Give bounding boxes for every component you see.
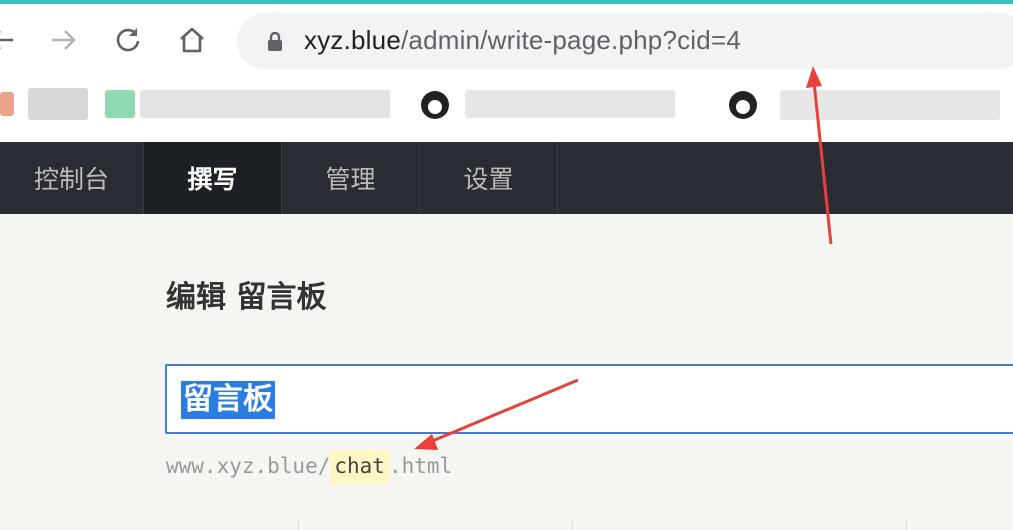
admin-nav: 控制台 撰写 管理 设置 xyxy=(0,142,1013,214)
divider xyxy=(906,520,907,530)
github-icon xyxy=(421,91,449,119)
forward-arrow-icon xyxy=(52,30,76,50)
forward-button[interactable] xyxy=(48,24,80,56)
nav-item-label: 管理 xyxy=(325,165,376,194)
url-host: xyz.blue xyxy=(304,25,401,55)
title-input[interactable]: 留言板 xyxy=(165,364,1013,434)
reload-icon xyxy=(116,28,140,52)
url-text: xyz.blue/admin/write-page.php?cid=4 xyxy=(304,25,741,56)
main-content: 编辑 留言板 留言板 www.xyz.blue/chat .html xyxy=(0,214,1013,530)
nav-item-manage[interactable]: 管理 xyxy=(282,142,420,214)
bookmark-blurred[interactable] xyxy=(140,90,390,118)
browser-toolbar: xyz.blue/admin/write-page.php?cid=4 xyxy=(0,4,1013,76)
url-path: /admin/write-page.php?cid=4 xyxy=(400,25,741,55)
title-input-selected-text: 留言板 xyxy=(181,381,275,419)
lock-icon xyxy=(268,31,282,51)
address-bar[interactable]: xyz.blue/admin/write-page.php?cid=4 xyxy=(237,13,1013,69)
slug-input[interactable]: chat xyxy=(330,450,389,484)
slug-suffix: .html xyxy=(388,454,453,478)
home-button[interactable] xyxy=(176,24,208,56)
nav-item-label: 控制台 xyxy=(33,165,109,194)
nav-item-settings[interactable]: 设置 xyxy=(420,142,558,214)
slug-preview: www.xyz.blue/chat .html xyxy=(166,450,453,484)
nav-item-label: 撰写 xyxy=(187,165,238,194)
bookmarks-bar xyxy=(0,76,1013,142)
bookmark-favicon-blurred xyxy=(0,92,14,116)
back-button[interactable] xyxy=(0,24,18,56)
divider xyxy=(298,520,299,530)
page-title: 编辑 留言板 xyxy=(166,280,327,315)
home-icon xyxy=(180,27,204,53)
nav-item-write[interactable]: 撰写 xyxy=(144,142,282,214)
divider xyxy=(572,520,573,530)
bookmark-favicon-blurred xyxy=(105,90,135,118)
bookmark-blurred[interactable] xyxy=(465,90,675,118)
bookmark-blurred[interactable] xyxy=(28,88,88,120)
nav-item-dashboard[interactable]: 控制台 xyxy=(0,142,144,214)
github-icon xyxy=(729,91,757,119)
bookmark-blurred[interactable] xyxy=(780,90,1000,120)
nav-item-label: 设置 xyxy=(463,165,514,194)
back-arrow-icon xyxy=(0,31,13,49)
slug-prefix: www.xyz.blue/ xyxy=(166,454,331,478)
reload-button[interactable] xyxy=(112,24,144,56)
